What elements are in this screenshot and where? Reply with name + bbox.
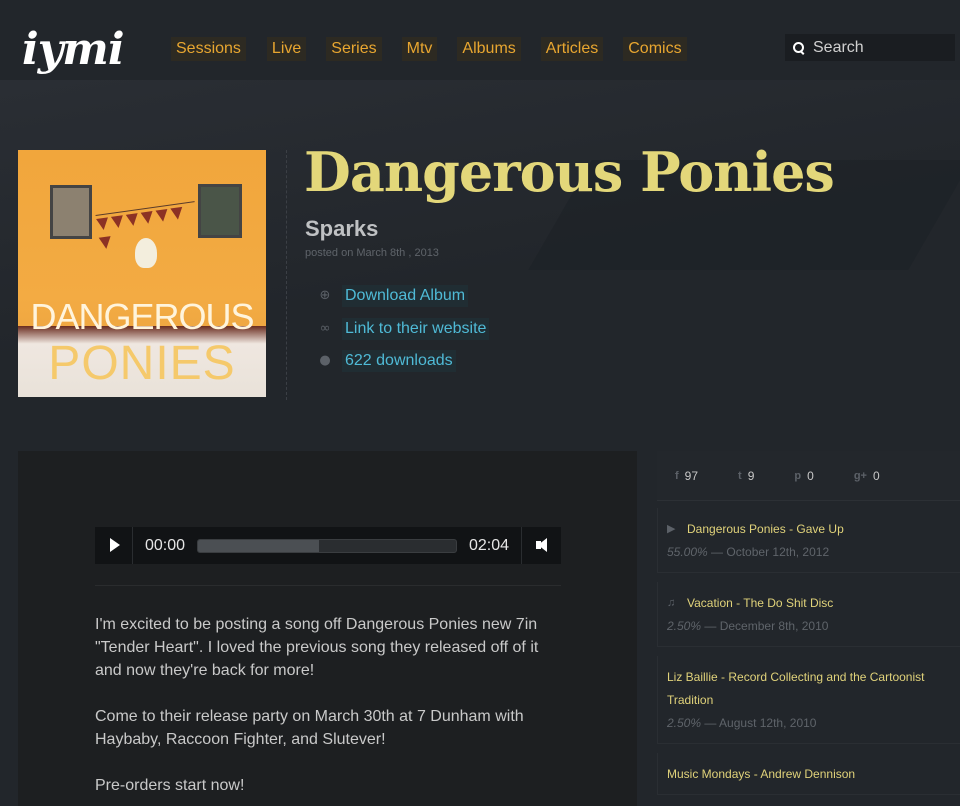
related-percent: 2.50% <box>667 619 702 633</box>
related-card: ♫ Vacation - The Do Shit Disc 2.50% — De… <box>657 582 960 647</box>
buffered-fill <box>198 539 320 552</box>
related-date: — August 12th, 2010 <box>704 716 817 730</box>
share-count: 0 <box>807 468 814 483</box>
nav-articles[interactable]: Articles <box>540 37 604 61</box>
downloads-count-label: 622 downloads <box>342 350 456 372</box>
nav-live[interactable]: Live <box>266 37 307 61</box>
posted-date: posted on March 8th , 2013 <box>305 247 439 259</box>
cover-skull <box>135 238 157 268</box>
related-date: — October 12th, 2012 <box>711 545 830 559</box>
post-paragraph: Come to their release party on March 30t… <box>95 708 524 748</box>
share-googleplus[interactable]: g+ 0 <box>854 469 880 483</box>
hero-divider <box>286 150 287 400</box>
share-pinterest[interactable]: p 0 <box>794 469 813 483</box>
related-title[interactable]: Vacation - The Do Shit Disc <box>687 592 833 615</box>
related-posts: ▶ Dangerous Ponies - Gave Up 55.00% — Oc… <box>657 508 960 804</box>
download-icon: ⊕ <box>319 288 331 303</box>
website-link[interactable]: ∞ Link to their website <box>318 317 490 340</box>
share-twitter[interactable]: t 9 <box>738 469 754 483</box>
nav-sessions[interactable]: Sessions <box>171 37 246 61</box>
post-body: I'm excited to be posting a song off Dan… <box>95 613 561 806</box>
post-paragraph: Pre-orders start now! <box>95 777 245 794</box>
cover-bunting <box>95 201 197 250</box>
related-date: — December 8th, 2010 <box>704 619 829 633</box>
related-meta: 2.50% — December 8th, 2010 <box>667 615 960 638</box>
download-album-link[interactable]: ⊕ Download Album <box>318 285 489 307</box>
downloads-count: ● 622 downloads <box>318 350 489 372</box>
nav-series[interactable]: Series <box>326 37 382 61</box>
link-icon: ∞ <box>319 320 331 336</box>
play-button[interactable] <box>95 527 133 564</box>
related-title[interactable]: Music Mondays - Andrew Dennison <box>667 763 855 786</box>
download-album-label[interactable]: Download Album <box>342 285 469 307</box>
related-card: Liz Baillie - Record Collecting and the … <box>657 656 960 744</box>
related-percent: 2.50% <box>667 716 702 730</box>
album-cover: DANGEROUS PONIES <box>18 150 266 397</box>
search-icon[interactable] <box>793 41 805 54</box>
related-meta: 55.00% — October 12th, 2012 <box>667 541 960 564</box>
share-bar: f 97 t 9 p 0 g+ 0 <box>657 451 960 501</box>
related-title[interactable]: Dangerous Ponies - Gave Up <box>687 518 844 541</box>
related-percent: 55.00% <box>667 545 708 559</box>
facebook-icon: f <box>675 469 679 482</box>
audio-player: 00:00 02:04 <box>95 527 561 564</box>
related-card: ▶ Dangerous Ponies - Gave Up 55.00% — Oc… <box>657 508 960 573</box>
album-links: ⊕ Download Album ∞ Link to their website… <box>318 285 490 383</box>
share-count: 0 <box>872 468 880 483</box>
post-content: 00:00 02:04 I'm excited to be posting a … <box>18 451 637 806</box>
album-title: Dangerous Ponies <box>304 140 835 204</box>
search-box <box>785 34 955 61</box>
nav-comics[interactable]: Comics <box>623 37 687 61</box>
related-title[interactable]: Liz Baillie - Record Collecting and the … <box>667 666 960 712</box>
cover-frame-right <box>198 184 242 238</box>
cover-frame-left <box>50 185 92 239</box>
duration: 02:04 <box>468 536 509 554</box>
volume-button[interactable] <box>521 527 561 564</box>
cover-text-ponies: PONIES <box>48 337 236 390</box>
user-icon: ● <box>319 353 331 368</box>
nav-albums[interactable]: Albums <box>457 37 521 61</box>
album-artist[interactable]: Sparks <box>305 216 378 242</box>
cover-text-dangerous: DANGEROUS <box>30 296 254 337</box>
post-paragraph: I'm excited to be posting a song off Dan… <box>95 616 539 679</box>
website-link-label[interactable]: Link to their website <box>342 317 490 340</box>
current-time: 00:00 <box>145 536 186 554</box>
share-count: 97 <box>684 468 699 483</box>
share-count: 9 <box>747 468 755 483</box>
nav-mtv[interactable]: Mtv <box>401 37 438 61</box>
share-facebook[interactable]: f 97 <box>675 469 698 483</box>
related-card: Music Mondays - Andrew Dennison <box>657 753 960 795</box>
twitter-icon: t <box>738 469 742 482</box>
music-icon: ♫ <box>667 597 676 609</box>
player-divider <box>95 585 561 586</box>
googleplus-icon: g+ <box>853 469 867 482</box>
site-logo[interactable]: iymi <box>22 24 125 76</box>
pinterest-icon: p <box>794 469 802 482</box>
video-icon: ▶ <box>667 523 676 535</box>
related-meta: 2.50% — August 12th, 2010 <box>667 712 960 735</box>
progress-bar[interactable] <box>197 538 457 553</box>
main-nav: Sessions Live Series Mtv Albums Articles… <box>171 37 707 61</box>
search-input[interactable] <box>813 38 943 57</box>
